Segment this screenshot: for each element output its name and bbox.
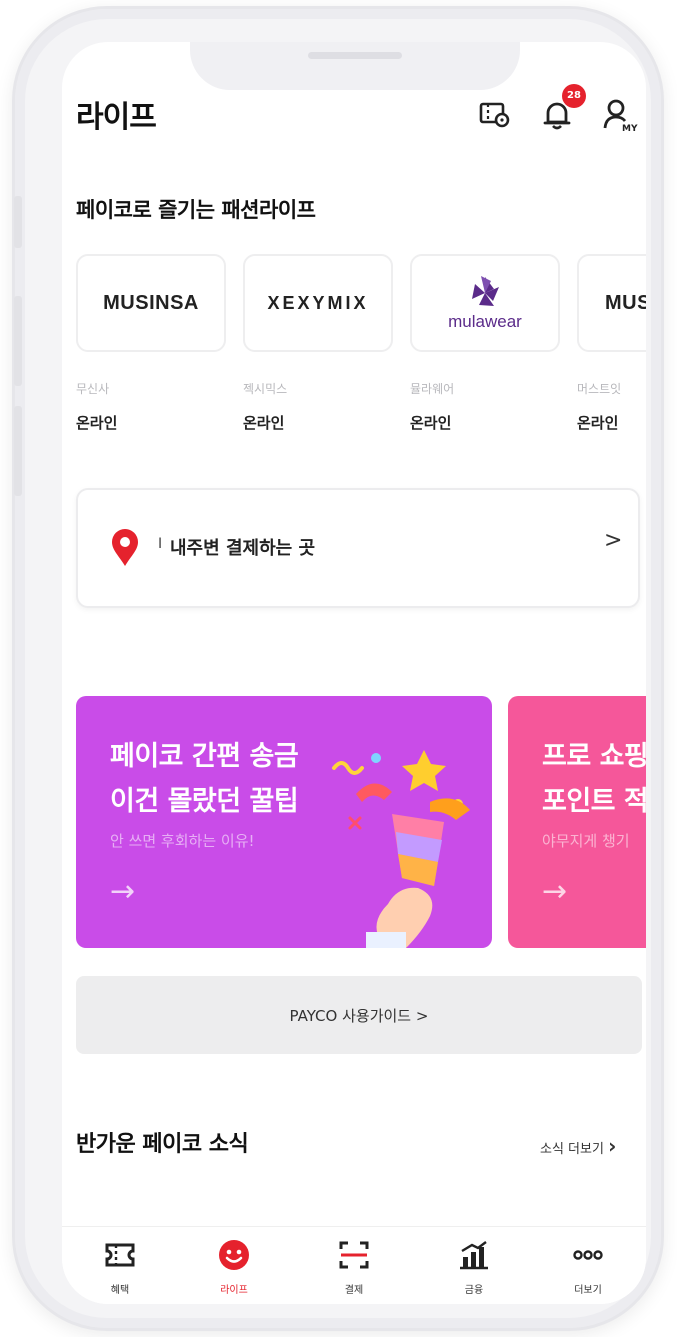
- nearby-payment-label: 내주변 결제하는 곳: [170, 538, 316, 559]
- party-popper-illustration: [332, 750, 470, 948]
- news-more-label: 소식 더보기: [540, 1142, 604, 1157]
- tab-payment[interactable]: 결제: [304, 1227, 404, 1304]
- arrow-right-icon: →: [110, 874, 136, 909]
- brand-card-xexymix[interactable]: XEXYMIX: [243, 254, 393, 352]
- nearby-payment-card[interactable]: I 내주변 결제하는 곳 >: [76, 488, 640, 608]
- tab-benefits[interactable]: 혜택: [70, 1227, 170, 1304]
- brand-logo: MUSINSA: [103, 291, 199, 314]
- banner-title: 프로 쇼핑 포인트 적: [542, 741, 646, 817]
- more-icon: [573, 1250, 603, 1260]
- banner-title: 페이코 간편 송금 이건 몰랐던 꿀팁: [110, 741, 299, 817]
- tab-finance[interactable]: 금융: [424, 1227, 524, 1304]
- banner-subtitle: 야무지게 챙기: [542, 832, 630, 850]
- my-account-icon[interactable]: MY: [602, 98, 642, 132]
- page-title: 라이프: [76, 100, 157, 135]
- brand-logo: XEXYMIX: [267, 292, 369, 313]
- banner-transfer-tips[interactable]: 페이코 간편 송금 이건 몰랐던 꿀팁 안 쓰면 후회하는 이유! →: [76, 696, 492, 948]
- scan-icon: [339, 1241, 369, 1269]
- tab-more[interactable]: 더보기: [538, 1227, 638, 1304]
- chevron-right-icon: ›: [608, 1134, 617, 1158]
- coupon-location-icon[interactable]: [478, 98, 512, 132]
- banner-pro-shopping[interactable]: 프로 쇼핑 포인트 적 야무지게 챙기 →: [508, 696, 646, 948]
- banner-subtitle: 안 쓰면 후회하는 이유!: [110, 832, 255, 850]
- phone-mute-switch: [14, 196, 22, 248]
- payco-guide-label: PAYCO 사용가이드 >: [289, 1006, 429, 1025]
- chevron-right-icon: >: [604, 528, 623, 553]
- brand-kind: 온라인: [243, 414, 285, 432]
- brand-kind: 온라인: [577, 414, 619, 432]
- tab-label: 더보기: [574, 1285, 602, 1296]
- chart-icon: [460, 1241, 488, 1270]
- payco-guide-button[interactable]: PAYCO 사용가이드 >: [76, 976, 642, 1054]
- brand-name: 젝시믹스: [243, 382, 288, 396]
- notification-badge: 28: [562, 84, 586, 108]
- brand-card-mustit[interactable]: MUS: [577, 254, 646, 352]
- tab-label: 금융: [464, 1285, 484, 1296]
- svg-text:MY: MY: [622, 124, 638, 132]
- phone-volume-up: [14, 296, 22, 386]
- tab-label: 혜택: [110, 1285, 130, 1296]
- brand-kind: 온라인: [410, 414, 452, 432]
- cursor-marker: I: [158, 536, 163, 552]
- brand-kind: 온라인: [76, 414, 118, 432]
- news-more-link[interactable]: 소식 더보기 ›: [540, 1134, 616, 1158]
- brand-name: 뮬라웨어: [410, 382, 455, 396]
- smile-icon: [219, 1240, 249, 1270]
- fashion-section-title: 페이코로 즐기는 패션라이프: [76, 198, 316, 222]
- brand-logo: MUS: [605, 291, 646, 314]
- ticket-icon: [105, 1243, 135, 1267]
- brand-card-musinsa[interactable]: MUSINSA: [76, 254, 226, 352]
- arrow-right-icon: →: [542, 874, 568, 909]
- tab-life[interactable]: 라이프: [184, 1227, 284, 1304]
- brand-logo: mulawear: [448, 312, 522, 331]
- brand-name: 무신사: [76, 382, 110, 396]
- map-pin-icon: [112, 529, 138, 566]
- phone-notch: [190, 42, 520, 90]
- bottom-tab-bar: 혜택 라이프 결제 금융 더보기: [62, 1226, 646, 1304]
- app-screen: 라이프 28 MY 페이코로 즐기는 패션라이프 MUSINSA XEXYMIX: [62, 42, 646, 1304]
- brand-name: 머스트잇: [577, 382, 622, 396]
- tab-label: 라이프: [220, 1285, 248, 1296]
- phone-volume-down: [14, 406, 22, 496]
- brand-card-mulawear[interactable]: mulawear: [410, 254, 560, 352]
- mulawear-logo-icon: [472, 276, 499, 306]
- news-section-title: 반가운 페이코 소식: [76, 1132, 249, 1157]
- tab-label: 결제: [344, 1285, 364, 1296]
